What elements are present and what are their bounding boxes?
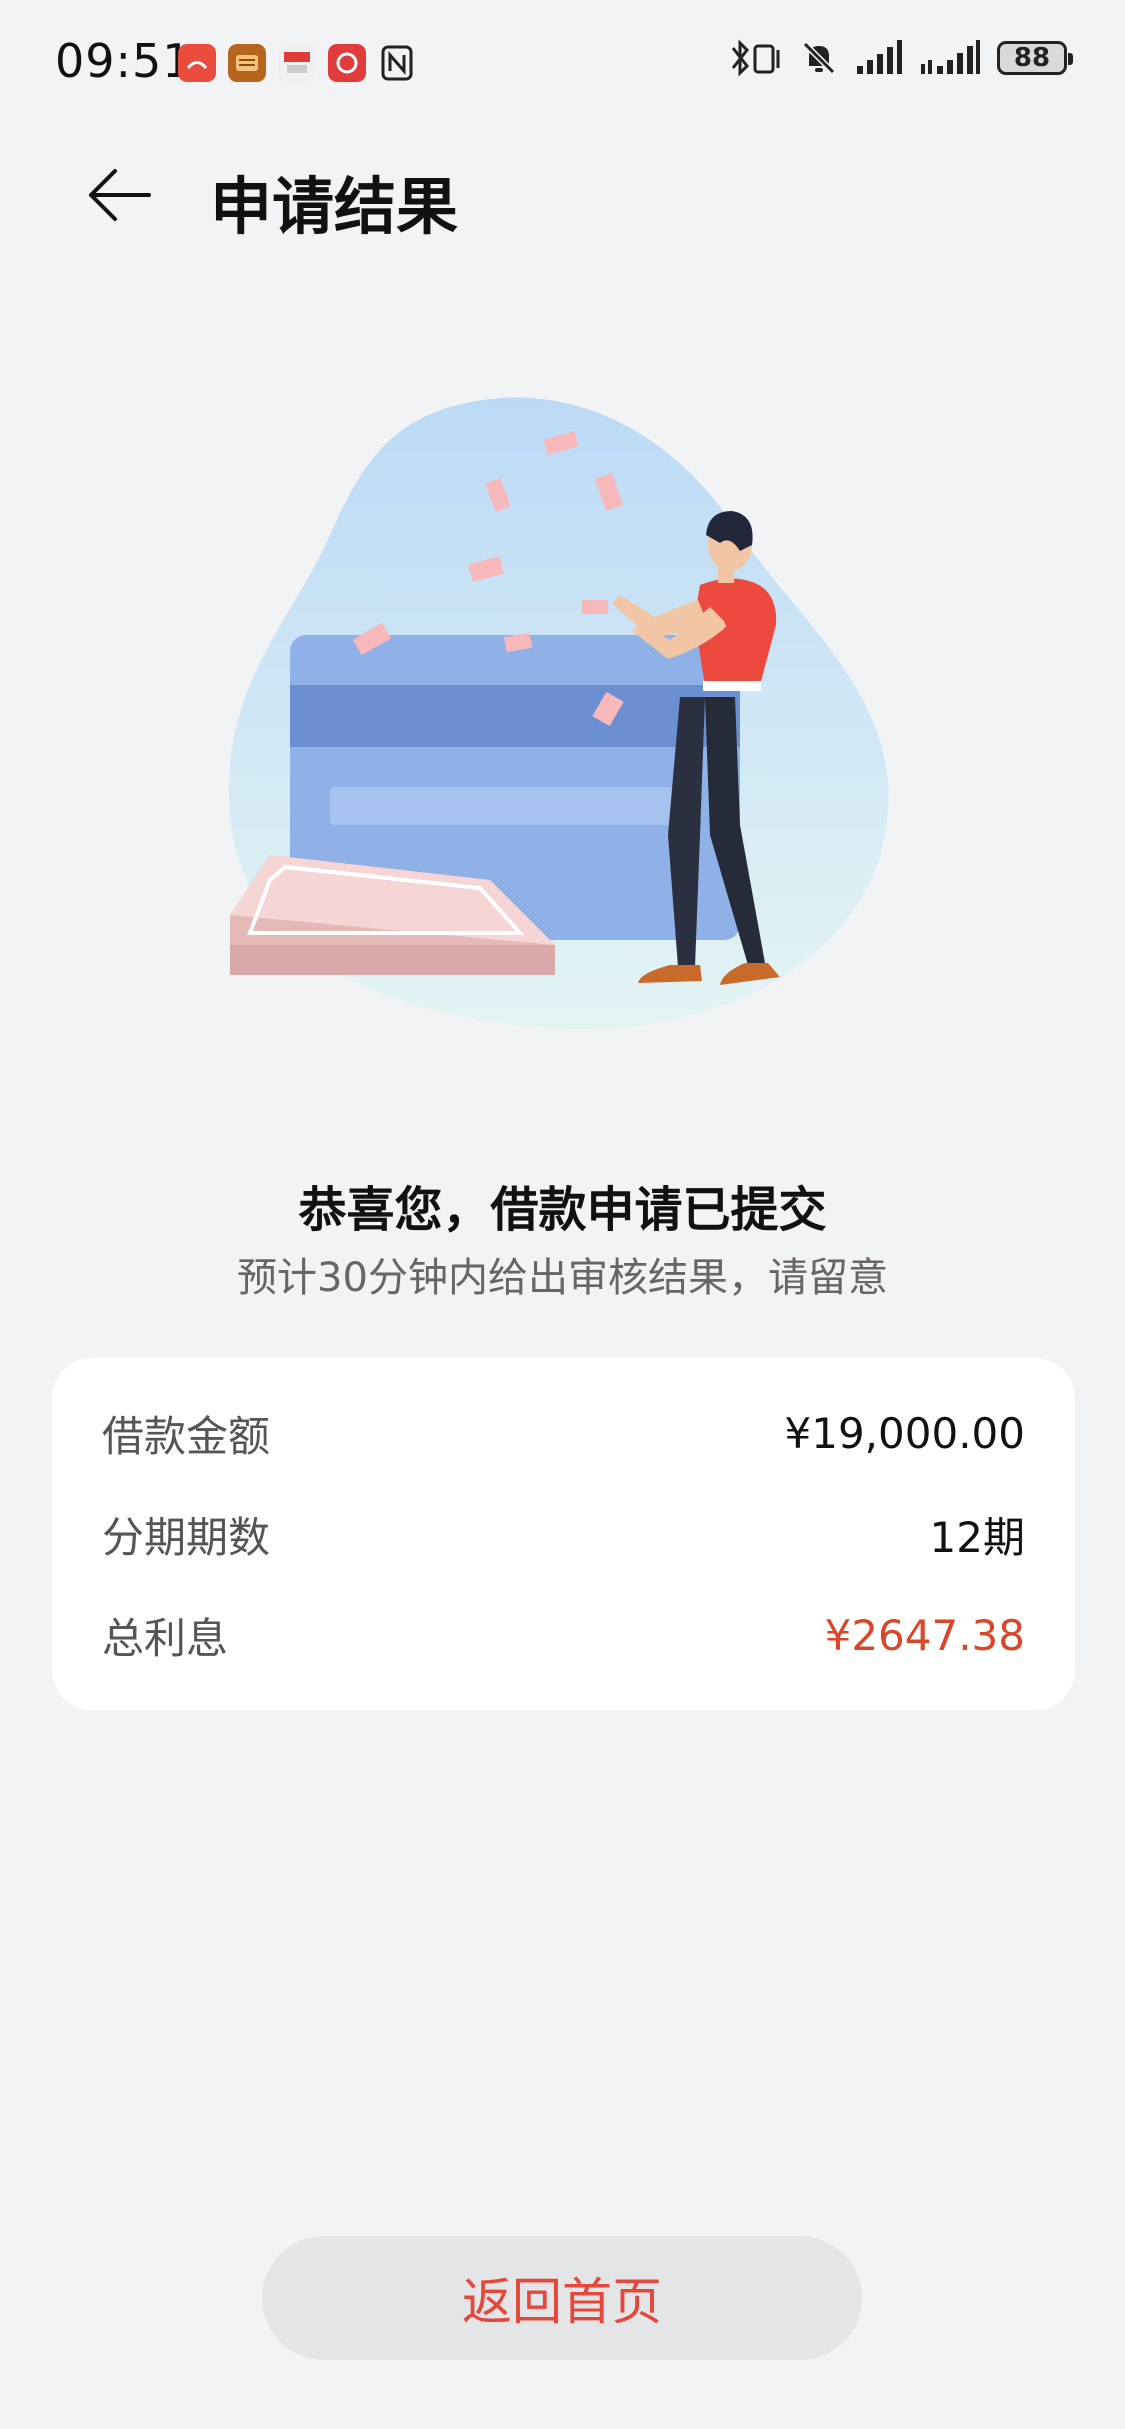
mute-icon — [802, 41, 836, 75]
nfc-icon — [378, 44, 416, 82]
total-interest-value: ¥2647.38 — [824, 1610, 1025, 1660]
app-notification-icon — [328, 44, 366, 82]
total-interest-row: 总利息 ¥2647.38 — [102, 1605, 1025, 1665]
success-subtitle: 预计30分钟内给出审核结果，请留意 — [237, 1255, 888, 1301]
installments-value: 12期 — [929, 1512, 1025, 1562]
arrow-left-icon — [89, 169, 151, 221]
status-time: 09:51 — [55, 34, 193, 88]
loan-amount-value: ¥19,000.00 — [784, 1408, 1025, 1458]
page-title: 申请结果 — [210, 170, 459, 243]
loan-amount-label: 借款金额 — [102, 1411, 271, 1461]
battery-indicator: 88 — [997, 41, 1073, 75]
screen: 09:51 88 申请结果 恭喜您，借款申请已提交 预计30分钟内给出审核结果，… — [0, 0, 1125, 2429]
notification-icons — [178, 44, 416, 82]
signal-icon — [921, 40, 980, 74]
loan-amount-row: 借款金额 ¥19,000.00 — [102, 1403, 1025, 1463]
installments-row: 分期期数 12期 — [102, 1504, 1025, 1564]
app-notification-icon — [228, 44, 266, 82]
success-illustration — [200, 385, 940, 1045]
loan-info-card: 借款金额 ¥19,000.00 分期期数 12期 总利息 ¥2647.38 — [52, 1358, 1075, 1710]
back-button[interactable] — [70, 150, 170, 240]
status-right-icons: 88 — [729, 38, 1073, 78]
installments-label: 分期期数 — [102, 1512, 271, 1562]
app-notification-icon — [278, 44, 316, 82]
app-notification-icon — [178, 44, 216, 82]
page-header: 申请结果 — [0, 140, 1125, 250]
battery-level: 88 — [1013, 43, 1051, 73]
bluetooth-vibrate-icon — [731, 39, 780, 77]
total-interest-label: 总利息 — [102, 1613, 229, 1663]
return-home-button[interactable]: 返回首页 — [262, 2236, 862, 2360]
signal-icon — [857, 40, 902, 74]
success-title: 恭喜您，借款申请已提交 — [298, 1182, 827, 1238]
status-bar: 09:51 88 — [0, 0, 1125, 130]
